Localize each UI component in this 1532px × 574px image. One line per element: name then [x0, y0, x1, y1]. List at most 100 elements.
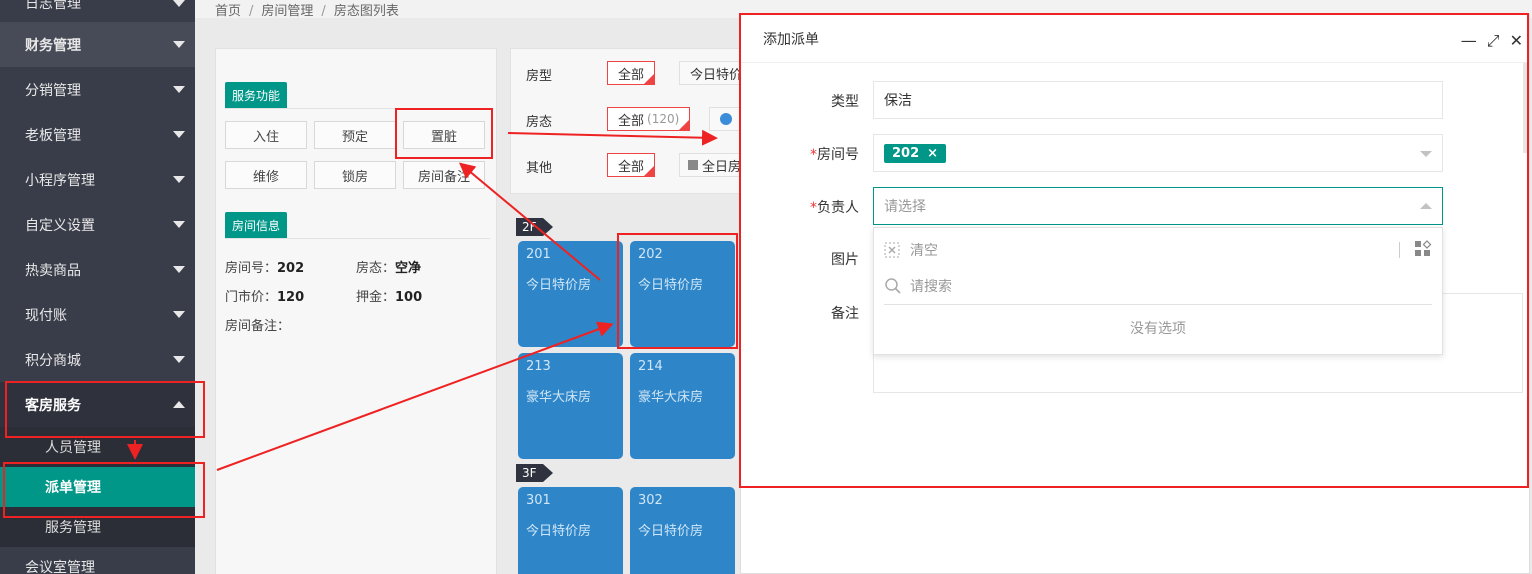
room-remark-info: 房间备注：	[225, 319, 291, 334]
minimize-icon[interactable]: —	[1461, 31, 1477, 51]
button-label: 全日房	[702, 159, 742, 175]
nav-item-boss[interactable]: 老板管理	[0, 112, 195, 157]
gear-icon	[688, 160, 698, 170]
info-value: 100	[395, 290, 423, 305]
reserve-button[interactable]: 预定	[314, 121, 396, 149]
breadcrumb-home[interactable]: 首页	[215, 4, 241, 19]
clear-label: 清空	[910, 243, 938, 259]
room-type: 今日特价房	[526, 278, 592, 293]
nav-label: 会议室管理	[25, 560, 95, 574]
nav-item-distribution[interactable]: 分销管理	[0, 67, 195, 112]
room-type: 今日特价房	[638, 524, 704, 539]
breadcrumb-room-management[interactable]: 房间管理	[261, 4, 313, 19]
modal-tools: — ⤢ ✕	[1461, 31, 1523, 51]
divider	[884, 304, 1432, 305]
sub-item-staff[interactable]: 人员管理	[0, 427, 195, 467]
label-text: 图片	[831, 252, 859, 268]
breadcrumb: 首页 / 房间管理 / 房态图列表	[215, 0, 399, 19]
nav-label: 老板管理	[25, 127, 81, 144]
maximize-icon[interactable]: ⤢	[1487, 31, 1500, 51]
chevron-up-icon	[173, 401, 185, 408]
checkin-button[interactable]: 入住	[225, 121, 307, 149]
assignee-dropdown: 清空 请搜索 没有选项	[873, 227, 1443, 355]
chevron-down-icon	[173, 41, 185, 48]
nav-item-miniprogram[interactable]: 小程序管理	[0, 157, 195, 202]
nav-item-log[interactable]: 日志管理	[0, 0, 195, 22]
mark-dirty-button[interactable]: 置脏	[403, 121, 485, 149]
select-all-icon[interactable]	[1414, 240, 1432, 258]
service-tag: 服务功能	[225, 82, 288, 109]
required-mark: *	[810, 200, 817, 216]
nav-item-room-service[interactable]: 客房服务	[0, 382, 195, 427]
chevron-up-icon	[1420, 203, 1432, 209]
nav-label: 热卖商品	[25, 262, 81, 279]
room-status-label: 房态	[526, 115, 553, 130]
chevron-down-icon	[173, 86, 185, 93]
room-price-info: 门市价：120	[225, 286, 304, 305]
room-card-214[interactable]: 214 豪华大床房	[630, 353, 735, 459]
chevron-down-icon	[173, 131, 185, 138]
scrollbar[interactable]	[1523, 63, 1529, 153]
service-panel: 服务功能 入住 预定 置脏 维修 锁房 房间备注 房间信息 房间号：202 房态…	[215, 48, 497, 574]
sidebar: 日志管理 财务管理 分销管理 老板管理 小程序管理 自定义设置 热卖商品 现付账…	[0, 0, 195, 574]
search-row[interactable]: 请搜索	[884, 276, 952, 296]
room-deposit-info: 押金：100	[356, 286, 422, 305]
divider	[225, 108, 490, 109]
repair-button[interactable]: 维修	[225, 161, 307, 189]
nav-item-finance[interactable]: 财务管理	[0, 22, 195, 67]
button-label: 全部	[618, 113, 645, 129]
room-number: 213	[526, 359, 551, 374]
nav-label: 客房服务	[25, 397, 81, 414]
chevron-down-icon	[1420, 151, 1432, 157]
room-card-302[interactable]: 302 今日特价房	[630, 487, 735, 574]
room-card-201[interactable]: 201 今日特价房	[518, 241, 623, 347]
close-icon[interactable]: ✕	[1510, 31, 1523, 51]
type-field[interactable]: 保洁	[873, 81, 1443, 119]
sub-item-dispatch[interactable]: 派单管理	[0, 467, 195, 507]
nav-item-hot-products[interactable]: 热卖商品	[0, 247, 195, 292]
clear-option[interactable]: 清空	[884, 240, 938, 260]
type-label: 类型	[741, 91, 859, 111]
room-number: 301	[526, 493, 551, 508]
room-number-info: 房间号：202	[225, 257, 304, 276]
nav-label: 积分商城	[25, 352, 81, 369]
room-card-301[interactable]: 301 今日特价房	[518, 487, 623, 574]
chip-close-icon[interactable]: ×	[927, 146, 938, 161]
label-text: 房间号	[817, 147, 859, 163]
room-type: 豪华大床房	[526, 390, 592, 405]
nav-item-points-mall[interactable]: 积分商城	[0, 337, 195, 382]
placeholder-text: 请选择	[884, 199, 926, 215]
nav-label: 财务管理	[25, 37, 81, 54]
sub-item-services[interactable]: 服务管理	[0, 507, 195, 547]
nav-label: 现付账	[25, 307, 67, 324]
nav-item-cash-account[interactable]: 现付账	[0, 292, 195, 337]
info-value: 空净	[395, 261, 422, 276]
selected-check-icon	[643, 73, 656, 85]
room-card-213[interactable]: 213 豪华大床房	[518, 353, 623, 459]
room-number-label: *房间号	[741, 144, 859, 164]
room-status-all-button[interactable]: 全部 (120)	[607, 107, 691, 131]
room-type-all-button[interactable]: 全部	[607, 61, 656, 85]
button-label: 全部	[618, 159, 645, 175]
nav-label: 分销管理	[25, 82, 81, 99]
room-type: 豪华大床房	[638, 390, 704, 405]
room-type: 今日特价房	[526, 524, 592, 539]
room-number: 201	[526, 247, 551, 262]
room-card-202[interactable]: 202 今日特价房	[630, 241, 735, 347]
search-input[interactable]: 请搜索	[910, 276, 952, 296]
modal-header: 添加派单	[741, 15, 1529, 63]
assignee-select[interactable]: 请选择	[873, 187, 1443, 225]
selected-check-icon	[678, 119, 691, 131]
room-number-select[interactable]: 202 ×	[873, 134, 1443, 172]
info-label: 门市价：	[225, 290, 278, 305]
room-info-tag: 房间信息	[225, 212, 288, 239]
room-remark-button[interactable]: 房间备注	[403, 161, 485, 189]
room-status-info: 房态：空净	[356, 257, 421, 276]
lock-room-button[interactable]: 锁房	[314, 161, 396, 189]
chevron-down-icon	[173, 176, 185, 183]
other-all-button[interactable]: 全部	[607, 153, 656, 177]
nav-item-meeting-room[interactable]: 会议室管理	[0, 547, 195, 574]
nav-item-custom-settings[interactable]: 自定义设置	[0, 202, 195, 247]
nav-label: 日志管理	[25, 0, 81, 12]
chevron-down-icon	[173, 356, 185, 363]
